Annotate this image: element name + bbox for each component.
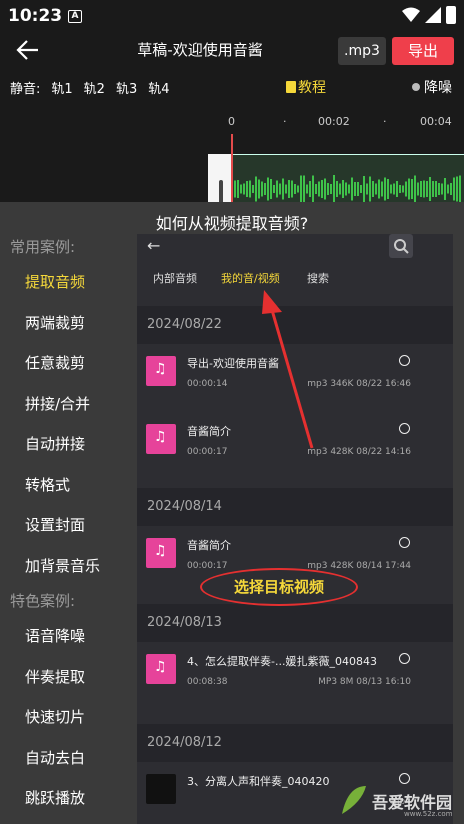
watermark-url: www.52z.com: [404, 810, 453, 818]
annotation-arrow: [262, 290, 314, 449]
watermark-logo-icon: [342, 786, 366, 814]
callout-text: 选择目标视频: [233, 578, 324, 596]
